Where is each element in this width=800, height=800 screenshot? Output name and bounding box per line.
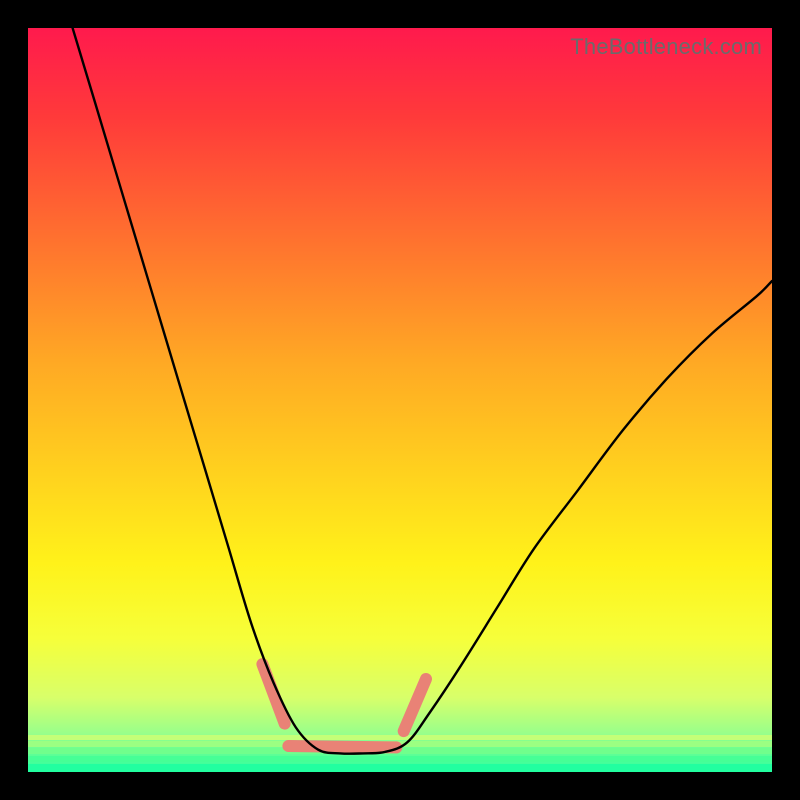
bottleneck-curve [73, 28, 772, 754]
curve-svg [28, 28, 772, 772]
trough-segment [288, 746, 396, 747]
trough-marker [262, 664, 426, 747]
plot-area: TheBottleneck.com [28, 28, 772, 772]
trough-segment [262, 664, 284, 724]
chart-frame: TheBottleneck.com [0, 0, 800, 800]
